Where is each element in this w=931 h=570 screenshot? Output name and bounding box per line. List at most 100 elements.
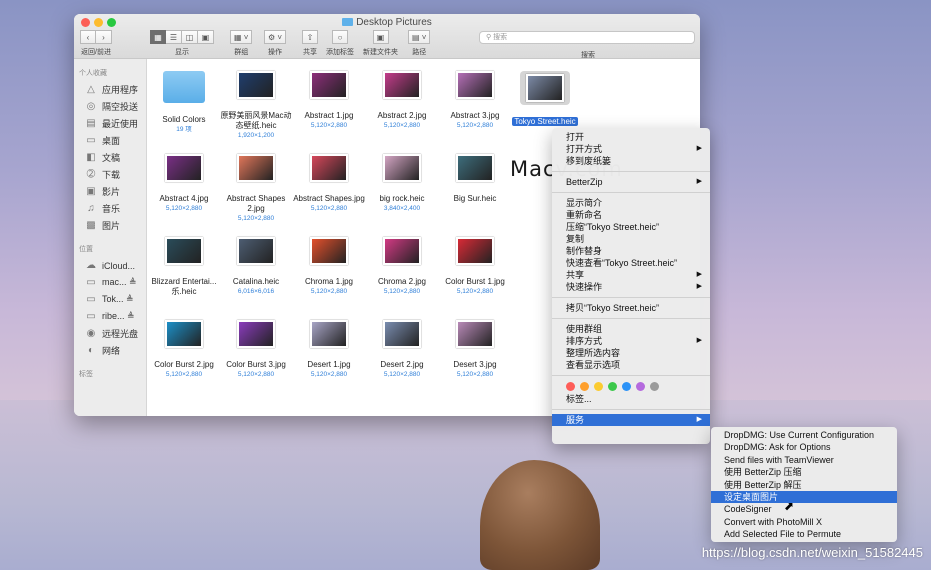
column-view-button[interactable]: ◫ xyxy=(182,30,198,44)
sidebar-item[interactable]: ▣ 影片 xyxy=(74,183,146,200)
sidebar-item[interactable]: ◧ 文稿 xyxy=(74,149,146,166)
sidebar-item[interactable]: ▤ 最近使用 xyxy=(74,115,146,132)
tag-color-dot[interactable] xyxy=(594,382,603,391)
icon-view-button[interactable]: ▦ xyxy=(150,30,166,44)
file-item[interactable]: Color Burst 2.jpg 5,120×2,880 xyxy=(148,320,220,379)
sidebar-item[interactable]: △ 应用程序 xyxy=(74,81,146,98)
sidebar-item-label: iCloud... xyxy=(102,260,136,271)
menu-item[interactable]: 拷贝“Tokyo Street.heic” xyxy=(552,302,710,314)
menu-item[interactable]: 标签... xyxy=(552,393,710,405)
file-thumbnail xyxy=(220,237,292,265)
file-item[interactable]: Abstract 1.jpg 5,120×2,880 xyxy=(293,71,365,130)
service-menu-item[interactable]: 使用 BetterZip 压缩 xyxy=(711,466,897,478)
group-button[interactable]: ▦ ˅ xyxy=(230,30,253,44)
title-bar: Desktop Pictures ‹ › 返回/前进 ▦ ☰ ◫ ▣ 显示 ▦ … xyxy=(74,14,700,59)
menu-item[interactable]: 查看显示选项 xyxy=(552,359,710,371)
menu-item[interactable]: 显示简介 xyxy=(552,197,710,209)
menu-item[interactable]: 打开方式 ▶ xyxy=(552,143,710,155)
file-dimensions: 5,120×2,880 xyxy=(237,371,275,378)
tag-color-dot[interactable] xyxy=(650,382,659,391)
file-item[interactable]: Tokyo Street.heic xyxy=(509,71,581,127)
file-dimensions: 5,120×2,880 xyxy=(383,288,421,295)
menu-item[interactable]: 压缩“Tokyo Street.heic” xyxy=(552,221,710,233)
file-item[interactable]: Abstract Shapes.jpg 5,120×2,880 xyxy=(293,154,365,213)
window-title: Desktop Pictures xyxy=(74,17,700,28)
share-button[interactable]: ⇧ xyxy=(302,30,318,44)
file-item[interactable]: Big Sur.heic xyxy=(439,154,511,204)
menu-item[interactable]: 快速查看“Tokyo Street.heic” xyxy=(552,257,710,269)
music-icon: ♫ xyxy=(87,203,95,214)
menu-item[interactable]: 使用群组 xyxy=(552,323,710,335)
submenu-arrow-icon: ▶ xyxy=(696,416,702,423)
file-item[interactable]: Abstract 4.jpg 5,120×2,880 xyxy=(148,154,220,213)
menu-item[interactable]: 制作替身 xyxy=(552,245,710,257)
menu-item[interactable]: 复制 xyxy=(552,233,710,245)
tag-color-dot[interactable] xyxy=(566,382,575,391)
file-item[interactable]: Blizzard Entertai...乐.heic xyxy=(148,237,220,297)
path-button[interactable]: ▤ ˅ xyxy=(408,30,431,44)
tag-color-dot[interactable] xyxy=(622,382,631,391)
tag-color-dot[interactable] xyxy=(636,382,645,391)
service-menu-item[interactable]: 使用 BetterZip 解压 xyxy=(711,479,897,491)
sidebar-item[interactable]: ◐ 网络 xyxy=(74,342,146,359)
sidebar-item[interactable]: ▭ Tok... ≜ xyxy=(74,291,146,308)
service-menu-item[interactable]: Convert with PhotoMill X xyxy=(711,516,897,528)
file-item[interactable]: Catalina.heic 6,016×6,016 xyxy=(220,237,292,296)
airdrop-icon: ◎ xyxy=(86,101,96,112)
menu-separator xyxy=(552,192,710,193)
service-menu-item[interactable]: DropDMG: Ask for Options xyxy=(711,441,897,453)
file-item[interactable]: Chroma 2.jpg 5,120×2,880 xyxy=(366,237,438,296)
service-menu-item[interactable]: CodeSigner xyxy=(711,503,897,515)
menu-item[interactable]: 服务 ▶ xyxy=(552,414,710,426)
menu-item[interactable]: BetterZip ▶ xyxy=(552,176,710,188)
menu-item[interactable]: 重新命名 xyxy=(552,209,710,221)
sidebar-item[interactable]: ▩ 图片 xyxy=(74,217,146,234)
file-item[interactable]: Abstract 3.jpg 5,120×2,880 xyxy=(439,71,511,130)
folder-icon xyxy=(163,71,205,103)
file-item[interactable]: Chroma 1.jpg 5,120×2,880 xyxy=(293,237,365,296)
menu-item[interactable]: 整理所选内容 xyxy=(552,347,710,359)
back-button[interactable]: ‹ xyxy=(80,30,96,44)
service-menu-item[interactable]: Add Selected File to Permute xyxy=(711,528,897,540)
menu-item[interactable]: 共享 ▶ xyxy=(552,269,710,281)
service-menu-item[interactable]: Send files with TeamViewer xyxy=(711,454,897,466)
file-item[interactable]: Desert 1.jpg 5,120×2,880 xyxy=(293,320,365,379)
sidebar-item[interactable]: ◉ 远程光盘 xyxy=(74,325,146,342)
sidebar-item[interactable]: ☁ iCloud... xyxy=(74,257,146,274)
file-item[interactable]: Color Burst 3.jpg 5,120×2,880 xyxy=(220,320,292,379)
menu-item[interactable]: 打开 xyxy=(552,131,710,143)
file-thumbnail xyxy=(366,71,438,99)
menu-item[interactable]: 排序方式 ▶ xyxy=(552,335,710,347)
menu-item[interactable]: 移到废纸篓 xyxy=(552,155,710,167)
forward-button[interactable]: › xyxy=(96,30,112,44)
new-folder-button[interactable]: ▣ xyxy=(372,30,389,44)
file-item[interactable]: Abstract Shapes 2.jpg 5,120×2,880 xyxy=(220,154,292,223)
tag-color-dot[interactable] xyxy=(580,382,589,391)
sidebar-item[interactable]: ♫ 音乐 xyxy=(74,200,146,217)
tags-button[interactable]: ○ xyxy=(332,30,348,44)
file-item[interactable]: big rock.heic 3,840×2,400 xyxy=(366,154,438,213)
network-icon: ◐ xyxy=(87,345,95,356)
tag-color-dot[interactable] xyxy=(608,382,617,391)
menu-item[interactable]: 快速操作 ▶ xyxy=(552,281,710,293)
service-menu-item[interactable]: 设定桌面图片 xyxy=(711,490,897,504)
sidebar-item[interactable]: ▭ mac... ≜ xyxy=(74,274,146,291)
sidebar-item[interactable]: ▭ ribe... ≜ xyxy=(74,308,146,325)
group-label: 群组 xyxy=(234,49,249,56)
sidebar-item[interactable]: ➁ 下载 xyxy=(74,166,146,183)
file-item[interactable]: Desert 2.jpg 5,120×2,880 xyxy=(366,320,438,379)
file-item[interactable]: Solid Colors 19 项 xyxy=(148,71,220,134)
gallery-view-button[interactable]: ▣ xyxy=(198,30,214,44)
image-thumbnail xyxy=(383,154,421,182)
service-menu-item[interactable]: DropDMG: Use Current Configuration xyxy=(711,429,897,441)
file-item[interactable]: Abstract 2.jpg 5,120×2,880 xyxy=(366,71,438,130)
sidebar-item[interactable]: ◎ 隔空投送 xyxy=(74,98,146,115)
file-item[interactable]: 原野美丽风景Mac动态壁纸.heic 1,920×1,200 xyxy=(220,71,292,140)
share-label: 共享 xyxy=(303,49,317,56)
file-item[interactable]: Color Burst 1.jpg 5,120×2,880 xyxy=(439,237,511,296)
action-button[interactable]: ⚙ ˅ xyxy=(264,30,287,44)
file-item[interactable]: Desert 3.jpg 5,120×2,880 xyxy=(439,320,511,379)
search-input[interactable]: ⚲ 搜索 xyxy=(479,31,695,44)
list-view-button[interactable]: ☰ xyxy=(166,30,182,44)
sidebar-item[interactable]: ▭ 桌面 xyxy=(74,132,146,149)
